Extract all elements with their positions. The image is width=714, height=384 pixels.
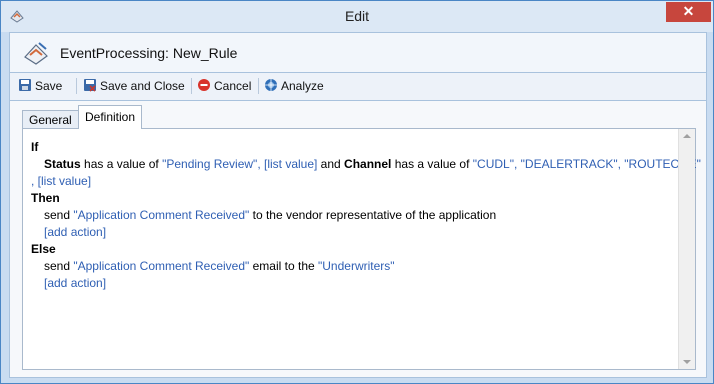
toolbar-divider <box>191 78 192 94</box>
tab-definition[interactable]: Definition <box>78 105 143 129</box>
if-keyword: If <box>31 140 39 154</box>
cancel-icon <box>198 79 210 91</box>
then-action-line: send "Application Comment Received" to t… <box>44 208 497 222</box>
vertical-scrollbar[interactable] <box>678 129 695 369</box>
else-action-line: send "Application Comment Received" emai… <box>44 259 395 273</box>
condition-field-channel[interactable]: Channel <box>344 157 391 171</box>
cancel-button[interactable]: Cancel <box>197 77 251 95</box>
else-target-link[interactable]: "Underwriters" <box>318 259 395 273</box>
rule-icon <box>24 42 48 65</box>
content-area: General Definition If Status has a value… <box>9 100 707 378</box>
condition-field-status[interactable]: Status <box>44 157 81 171</box>
condition-continuation[interactable]: , [list value] <box>31 173 91 189</box>
definition-panel: If Status has a value of "Pending Review… <box>22 128 701 370</box>
title-bar[interactable]: Edit ✕ <box>1 1 713 32</box>
tab-general[interactable]: General <box>22 110 79 129</box>
save-and-close-button[interactable]: Save and Close <box>83 77 185 95</box>
scroll-up-icon[interactable] <box>683 134 691 138</box>
save-label: Save <box>35 79 63 93</box>
save-and-close-label: Save and Close <box>100 79 185 93</box>
condition-values-channel[interactable]: "CUDL", "DEALERTRACK", "ROUTEONE" <box>473 157 701 171</box>
rule-title: EventProcessing: New_Rule <box>60 45 238 61</box>
window-title: Edit <box>344 8 370 24</box>
save-close-icon <box>84 79 96 92</box>
analyze-button[interactable]: Analyze <box>264 77 324 95</box>
analyze-icon <box>265 79 277 91</box>
toolbar-divider <box>258 78 259 94</box>
toolbar-divider <box>76 78 77 94</box>
else-add-action-link[interactable]: [add action] <box>44 275 106 291</box>
else-message-link[interactable]: "Application Comment Received" <box>73 259 249 273</box>
cancel-label: Cancel <box>214 79 252 93</box>
else-keyword: Else <box>31 242 56 256</box>
then-message-link[interactable]: "Application Comment Received" <box>73 208 249 222</box>
condition-line: Status has a value of "Pending Review", … <box>44 157 701 171</box>
then-add-action-link[interactable]: [add action] <box>44 224 106 240</box>
rule-header: EventProcessing: New_Rule <box>9 32 707 73</box>
analyze-label: Analyze <box>281 79 324 93</box>
toolbar: Save Save and Close Cancel Analyze <box>9 72 707 101</box>
condition-values-status[interactable]: "Pending Review", [list value] <box>162 157 317 171</box>
close-icon[interactable]: ✕ <box>666 2 711 22</box>
save-icon <box>19 79 31 91</box>
scroll-down-icon[interactable] <box>683 360 691 364</box>
edit-window: Edit ✕ EventProcessing: New_Rule Save Sa… <box>0 0 714 384</box>
save-button[interactable]: Save <box>18 77 62 95</box>
then-keyword: Then <box>31 191 60 205</box>
